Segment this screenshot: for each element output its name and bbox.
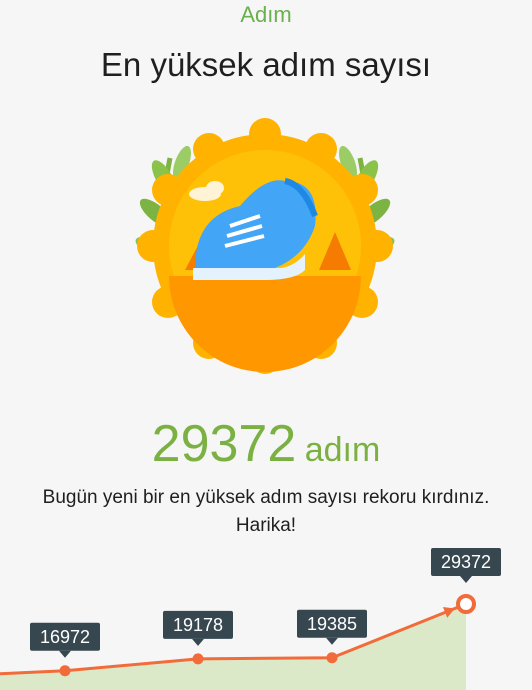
record-unit: adım xyxy=(304,431,381,469)
record-value: 29372 xyxy=(151,415,297,473)
steps-line-chart: 16972 19178 19385 29372 xyxy=(0,548,501,690)
running-shoe-trophy-icon xyxy=(135,118,395,374)
record-count: 29372 adım xyxy=(0,414,532,474)
chart-point xyxy=(59,665,71,677)
svg-text:29372: 29372 xyxy=(441,552,491,572)
chart-point xyxy=(192,653,204,665)
record-message: Bugün yeni bir en yüksek adım sayısı rek… xyxy=(42,487,490,536)
svg-text:19178: 19178 xyxy=(173,615,223,635)
svg-text:16972: 16972 xyxy=(40,627,90,647)
chart-value-label: 29372 xyxy=(431,548,501,583)
chart-value-label: 19385 xyxy=(297,609,367,645)
chart-point xyxy=(326,652,338,664)
tab-title: Adım xyxy=(240,2,292,27)
chart-point xyxy=(456,594,476,614)
page-title: En yüksek adım sayısı xyxy=(100,46,432,83)
chart-value-label: 16972 xyxy=(30,622,100,658)
chart-value-label: 19178 xyxy=(163,610,233,646)
svg-text:19385: 19385 xyxy=(307,614,357,634)
